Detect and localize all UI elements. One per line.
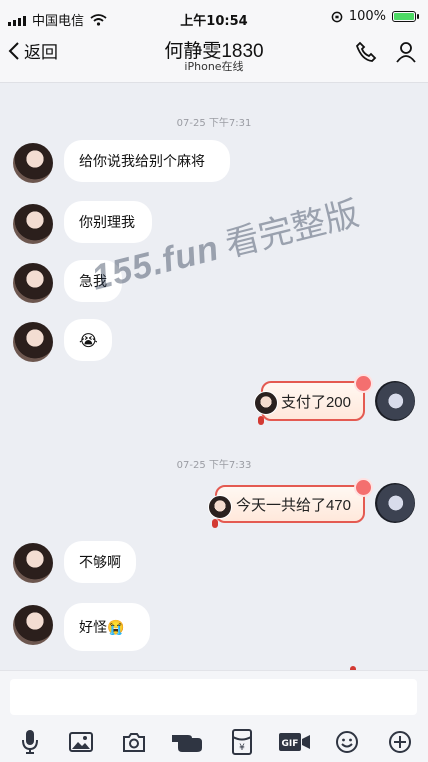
contact-avatar[interactable] [13,143,53,183]
timestamp: 07-25 下午7:31 [176,118,252,129]
rotation-lock-icon [331,11,343,22]
contact-avatar[interactable] [13,605,53,645]
lantern-icon [258,416,264,425]
contact-avatar[interactable] [13,322,53,362]
watermark-text: 看完整版 [221,194,363,265]
message-bubble[interactable]: 不够啊 [64,541,136,583]
red-packet-icon[interactable]: ¥ [228,728,256,756]
status-bar: 中国电信 上午10:54 100% [0,0,428,36]
input-toolbar: ¥ GIF [0,728,428,758]
microphone-icon[interactable] [16,728,44,756]
contact-avatar[interactable] [13,263,53,303]
message-bubble[interactable]: 给你说我给别个麻将 [64,140,230,182]
sticker-face-icon [208,495,232,519]
battery-percent: 100% [348,9,386,24]
sent-message-bubble[interactable]: 今天一共给了470 [208,480,371,528]
contact-avatar[interactable] [13,204,53,244]
flower-icon [356,480,371,495]
sent-message-bubble[interactable]: 支付了200 [254,376,371,425]
image-icon[interactable] [67,728,95,756]
hand-icon[interactable] [170,728,204,756]
message-bubble[interactable]: 好怪😭 [64,603,150,651]
battery-icon [392,11,419,22]
lantern-icon [212,519,218,528]
my-avatar[interactable] [375,381,415,421]
battery-level [394,13,414,20]
plus-icon[interactable] [386,728,414,756]
nav-bar: 返回 何静雯1830 iPhone在线 [0,36,428,83]
status-right: 100% [331,9,419,24]
gif-label: GIF [282,739,299,749]
message-text: 支付了200 [280,393,351,411]
input-area: ¥ GIF [0,670,428,762]
phone-icon[interactable] [354,40,378,64]
sticker-face-icon [254,391,278,415]
emoji-icon[interactable] [333,728,361,756]
my-avatar[interactable] [375,483,415,523]
message-text: 今天一共给了470 [235,496,351,514]
gif-icon[interactable]: GIF [278,728,312,756]
emoji-bubble[interactable]: 😭 [64,319,112,361]
nav-actions [354,40,418,64]
yuan-symbol: ¥ [239,743,245,753]
profile-icon[interactable] [394,40,418,64]
message-input[interactable] [10,679,417,715]
camera-icon[interactable] [120,728,148,756]
flower-icon [356,376,371,391]
timestamp: 07-25 下午7:33 [176,460,252,471]
message-bubble[interactable]: 你别理我 [64,201,152,243]
contact-avatar[interactable] [13,543,53,583]
